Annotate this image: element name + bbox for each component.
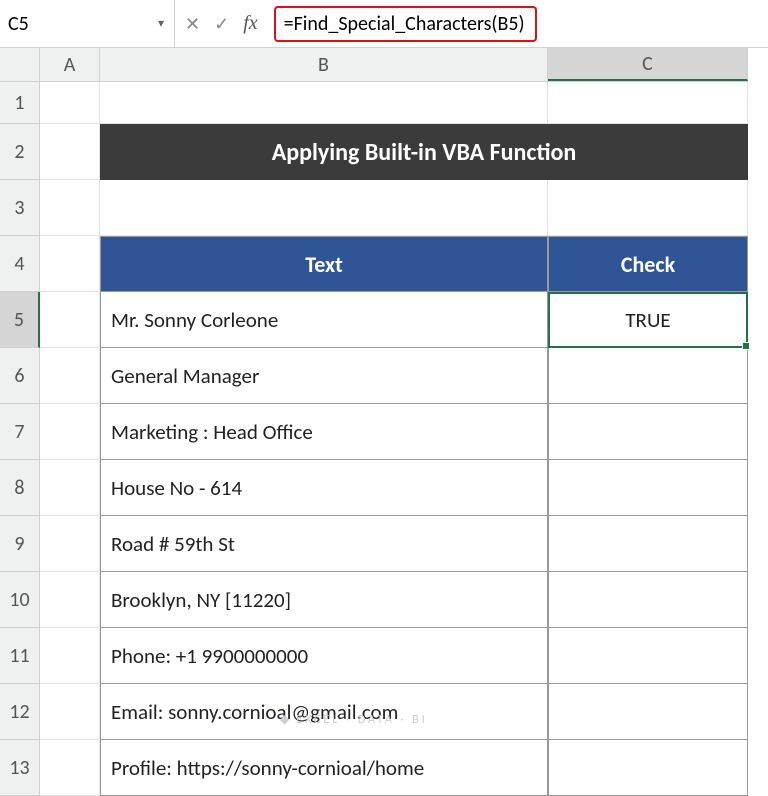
cell-value: Road # 59th St — [111, 531, 235, 557]
table-cell-check[interactable] — [548, 516, 748, 572]
row-header[interactable]: 5 — [0, 292, 40, 348]
cell-value: Marketing : Head Office — [111, 419, 313, 445]
table-cell-text[interactable]: House No - 614 — [100, 460, 548, 516]
row-header[interactable]: 12 — [0, 684, 40, 740]
cell[interactable] — [100, 180, 548, 236]
table-cell-check[interactable] — [548, 684, 748, 740]
title-text: Applying Built-in VBA Function — [272, 138, 577, 167]
confirm-icon[interactable]: ✓ — [214, 13, 229, 35]
table-cell-text[interactable]: Marketing : Head Office — [100, 404, 548, 460]
table-cell-check[interactable]: TRUE — [548, 292, 748, 348]
formula-bar-buttons: ✕ ✓ fx — [175, 12, 268, 35]
row-header[interactable]: 1 — [0, 82, 40, 124]
table-cell-text[interactable]: Mr. Sonny Corleone — [100, 292, 548, 348]
row-header[interactable]: 4 — [0, 236, 40, 292]
cell[interactable] — [40, 740, 100, 796]
cell[interactable] — [548, 82, 748, 124]
table-cell-check[interactable] — [548, 628, 748, 684]
cell-value: TRUE — [625, 307, 670, 333]
watermark: ◆ EXCEL · DATA · BI — [280, 712, 428, 727]
cell[interactable] — [548, 180, 748, 236]
table-cell-check[interactable] — [548, 348, 748, 404]
spreadsheet-grid: A B C 1 2 3 4 5 6 7 8 9 10 11 12 13 — [0, 48, 768, 796]
row-header[interactable]: 7 — [0, 404, 40, 460]
row-header[interactable]: 13 — [0, 740, 40, 796]
col-header-c[interactable]: C — [548, 48, 748, 81]
row-header[interactable]: 2 — [0, 124, 40, 180]
formula-text: =Find_Special_Characters(B5) — [284, 12, 525, 36]
cell[interactable] — [40, 82, 100, 124]
table-cell-check[interactable] — [548, 404, 748, 460]
table-cell-text[interactable]: Profile: https://sonny-cornioal/home — [100, 740, 548, 796]
cell-value: Mr. Sonny Corleone — [111, 307, 278, 333]
col-header-b[interactable]: B — [100, 48, 548, 81]
cell[interactable] — [40, 628, 100, 684]
row-header[interactable]: 6 — [0, 348, 40, 404]
chevron-down-icon[interactable]: ▾ — [158, 16, 164, 31]
cell-value: Brooklyn, NY [11220] — [111, 587, 291, 613]
table-cell-check[interactable] — [548, 460, 748, 516]
select-all-corner[interactable] — [0, 48, 40, 82]
row-headers: 1 2 3 4 5 6 7 8 9 10 11 12 13 — [0, 82, 40, 796]
cell[interactable] — [40, 516, 100, 572]
cell[interactable] — [40, 180, 100, 236]
table-header-check[interactable]: Check — [548, 236, 748, 292]
cell-value: Profile: https://sonny-cornioal/home — [111, 755, 424, 781]
row-header[interactable]: 3 — [0, 180, 40, 236]
cell-value: General Manager — [111, 363, 259, 389]
watermark-icon: ◆ — [280, 712, 292, 727]
fx-icon[interactable]: fx — [243, 12, 257, 35]
table-cell-check[interactable] — [548, 572, 748, 628]
table-cell-text[interactable]: Phone: +1 9900000000 — [100, 628, 548, 684]
cell[interactable] — [40, 684, 100, 740]
table-cell-text[interactable]: Brooklyn, NY [11220] — [100, 572, 548, 628]
cell[interactable] — [40, 236, 100, 292]
cell-value: Phone: +1 9900000000 — [111, 643, 308, 669]
header-label: Check — [621, 251, 675, 278]
cell[interactable] — [40, 460, 100, 516]
col-header-a[interactable]: A — [40, 48, 100, 81]
table-cell-check[interactable] — [548, 740, 748, 796]
name-box[interactable]: C5 ▾ — [0, 0, 175, 47]
cancel-icon[interactable]: ✕ — [185, 13, 200, 35]
row-header[interactable]: 9 — [0, 516, 40, 572]
cell[interactable] — [40, 292, 100, 348]
formula-input[interactable]: =Find_Special_Characters(B5) — [274, 6, 537, 42]
cell[interactable] — [40, 124, 100, 180]
row-header[interactable]: 11 — [0, 628, 40, 684]
watermark-text: EXCEL · DATA · BI — [296, 713, 428, 727]
cell-value: House No - 614 — [111, 475, 242, 501]
column-headers: A B C — [40, 48, 748, 82]
name-box-value: C5 — [8, 12, 29, 36]
cell[interactable] — [40, 348, 100, 404]
table-header-text[interactable]: Text — [100, 236, 548, 292]
row-header[interactable]: 8 — [0, 460, 40, 516]
page-title[interactable]: Applying Built-in VBA Function — [100, 124, 748, 180]
table-cell-text[interactable]: Road # 59th St — [100, 516, 548, 572]
formula-bar: C5 ▾ ✕ ✓ fx =Find_Special_Characters(B5) — [0, 0, 768, 48]
cells-area: Applying Built-in VBA Function Text Chec… — [40, 82, 768, 796]
table-cell-text[interactable]: General Manager — [100, 348, 548, 404]
cell[interactable] — [40, 572, 100, 628]
row-header[interactable]: 10 — [0, 572, 40, 628]
cell[interactable] — [40, 404, 100, 460]
cell[interactable] — [100, 82, 548, 124]
header-label: Text — [305, 251, 342, 278]
